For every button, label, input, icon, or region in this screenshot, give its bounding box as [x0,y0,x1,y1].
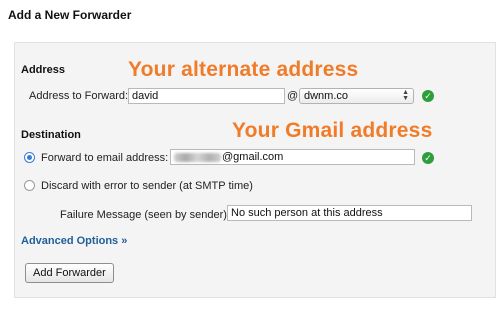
failure-message-input[interactable]: No such person at this address [227,205,472,221]
discard-with-error-label: Discard with error to sender (at SMTP ti… [41,180,253,192]
discard-with-error-radio[interactable] [24,180,35,191]
destination-section-title: Destination [21,129,81,141]
check-circle-icon: ✓ [422,90,434,102]
forward-email-input[interactable]: @gmail.com [170,149,415,165]
address-section-title: Address [21,64,66,76]
add-forwarder-button[interactable]: Add Forwarder [25,263,114,283]
select-arrows-icon: ▲ ▼ [402,89,409,102]
redacted-username [174,152,221,162]
address-to-forward-label: Address to Forward: [29,90,129,102]
gmail-address-annotation: Your Gmail address [232,119,433,142]
domain-select[interactable]: dwnm.co ▲ ▼ [299,88,414,104]
domain-select-value: dwnm.co [304,90,349,102]
alternate-address-annotation: Your alternate address [128,58,359,81]
forward-to-email-radio[interactable] [24,152,35,163]
forward-to-email-label: Forward to email address: [41,152,169,164]
failure-message-label: Failure Message (seen by sender): [60,209,230,221]
at-symbol: @ [287,90,299,102]
forward-email-domain: @gmail.com [222,151,284,163]
advanced-options-link[interactable]: Advanced Options » [21,235,127,247]
page-title: Add a New Forwarder [8,8,132,22]
address-to-forward-input[interactable]: david [128,88,285,104]
check-circle-icon: ✓ [422,152,434,164]
